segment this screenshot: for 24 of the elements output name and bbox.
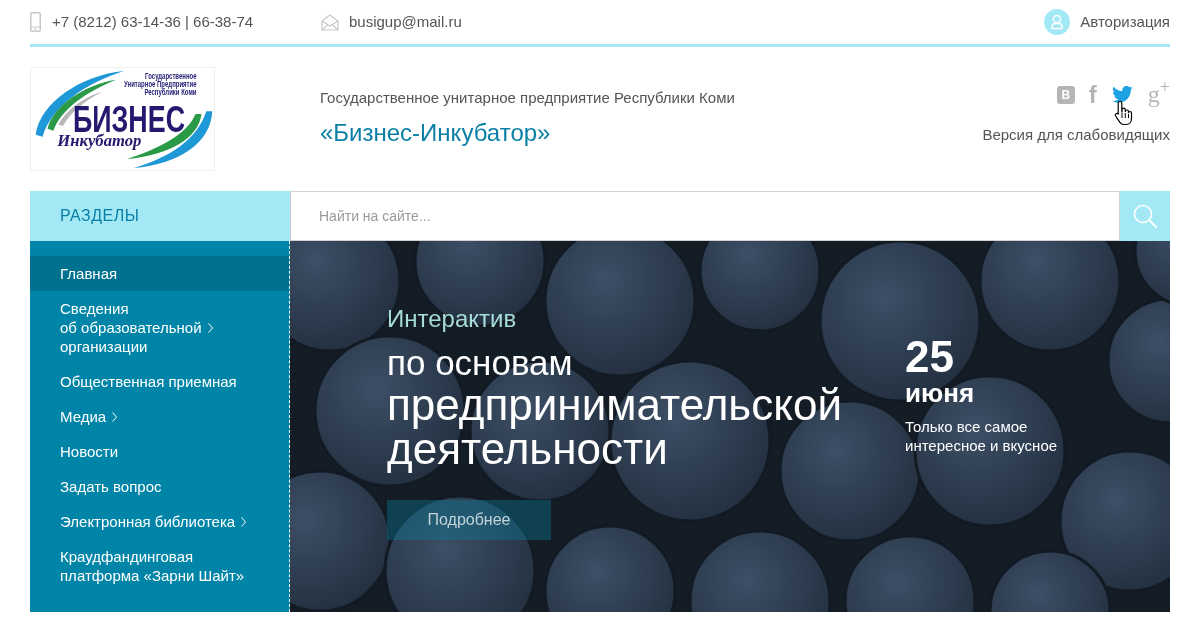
organization-name: «Бизнес-Инкубатор» [320,118,552,148]
banner-title: предпринимательской деятельности [387,383,844,471]
event-month: июня [905,379,975,407]
phone-number: +7 (8212) 63-14-36 | 66-38-74 [52,11,254,32]
email-link[interactable]: busigup@mail.ru [349,10,462,34]
hand-pointer-icon [1113,100,1134,126]
event-tagline: Только все самое интересное и вкусное [905,417,1059,455]
more-button[interactable]: Подробнее [387,500,551,540]
sidebar-item[interactable]: Главная [30,256,289,291]
phone-icon [30,12,41,32]
sections-heading: РАЗДЕЛЫ [60,206,140,226]
banner-title-lead: по основам [387,343,573,383]
organization-type: Государственное унитарное предприятие Республики Коми [320,88,735,108]
search-field[interactable]: Найти на сайте... [290,191,1120,241]
logo-caption: Республики Коми [144,87,197,98]
accessibility-link[interactable]: Версия для слабовидящих [982,125,1170,145]
user-icon [1044,9,1071,35]
bird-icon[interactable] [1110,85,1134,104]
banner-category: Интерактив [387,305,517,333]
search-icon [1133,204,1157,228]
envelope-icon [321,13,339,31]
event-day: 25 [905,335,954,379]
logo-caption: Государственное [145,70,197,82]
login-link[interactable]: Авторизация [1044,9,1170,35]
